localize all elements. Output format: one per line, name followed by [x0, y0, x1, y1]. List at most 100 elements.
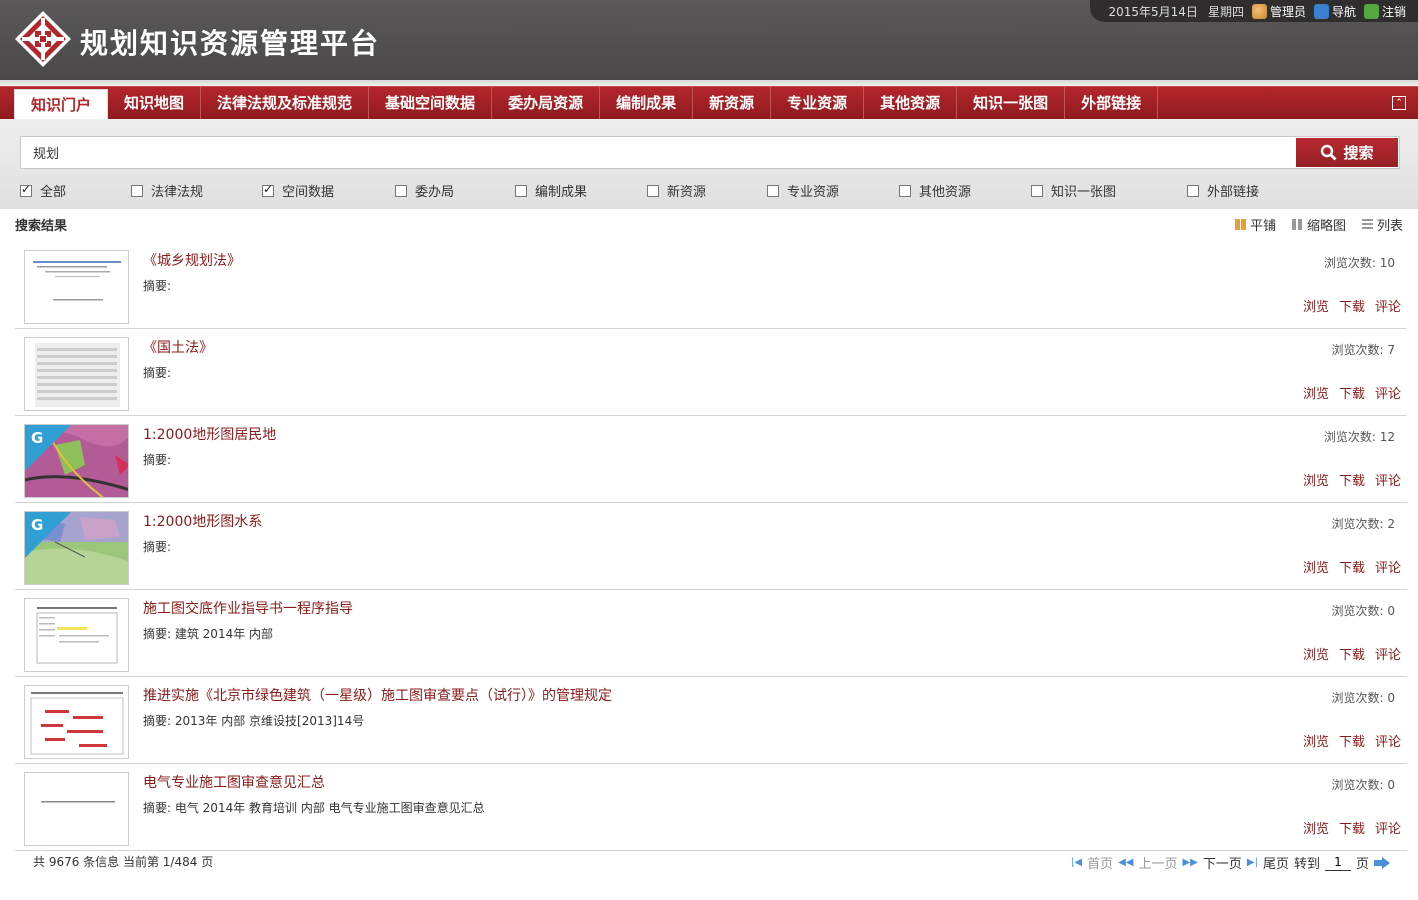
- filter-checkbox[interactable]: [899, 184, 911, 197]
- result-view-count: 浏览次数: 0: [1331, 778, 1396, 792]
- comment-link[interactable]: 评论: [1375, 644, 1401, 663]
- result-view-count: 浏览次数: 0: [1331, 691, 1396, 705]
- result-title[interactable]: 1:2000地形图居民地: [143, 424, 276, 444]
- browse-link[interactable]: 浏览: [1303, 383, 1329, 402]
- navigation-link[interactable]: 导航: [1313, 3, 1356, 20]
- comment-link[interactable]: 评论: [1375, 383, 1401, 402]
- filter-checkbox[interactable]: [1187, 184, 1199, 197]
- search-button[interactable]: 搜索: [1296, 138, 1398, 167]
- view-mode-thumbnail[interactable]: 缩略图: [1291, 215, 1346, 234]
- filter-all[interactable]: 全部: [20, 181, 66, 200]
- comment-link[interactable]: 评论: [1375, 470, 1401, 489]
- nav-item-professional-resources[interactable]: 专业资源: [771, 87, 865, 120]
- result-thumbnail[interactable]: [24, 337, 129, 411]
- result-view-count: 浏览次数: 0: [1331, 604, 1396, 618]
- nav-item-new-resources[interactable]: 新资源: [693, 87, 772, 120]
- browse-link[interactable]: 浏览: [1303, 818, 1329, 837]
- user-menu[interactable]: 管理员: [1251, 3, 1306, 20]
- download-link[interactable]: 下载: [1339, 731, 1365, 750]
- view-mode-label: 列表: [1376, 219, 1403, 234]
- comment-link[interactable]: 评论: [1375, 557, 1401, 576]
- view-mode-tile[interactable]: 平铺: [1234, 215, 1276, 234]
- filter-checkbox[interactable]: [262, 182, 274, 197]
- filter-label: 编制成果: [535, 185, 588, 200]
- search-input[interactable]: [33, 137, 1283, 168]
- result-title[interactable]: 1:2000地形图水系: [143, 511, 262, 531]
- filter-spatial-data[interactable]: 空间数据: [262, 181, 334, 200]
- nav-item-spatial-data[interactable]: 基础空间数据: [369, 87, 493, 120]
- comment-link[interactable]: 评论: [1375, 296, 1401, 315]
- result-thumbnail[interactable]: G: [24, 511, 129, 585]
- download-link[interactable]: 下载: [1339, 383, 1365, 402]
- next-page-link[interactable]: 下一页: [1203, 853, 1242, 872]
- filter-label: 空间数据: [282, 185, 335, 200]
- view-mode-list[interactable]: 列表: [1361, 215, 1403, 234]
- filter-checkbox[interactable]: [1031, 184, 1043, 197]
- filter-one-map[interactable]: 知识一张图: [1031, 181, 1116, 200]
- pagination-controls: |◀ 首页 ◀◀ 上一页 ▶▶ 下一页 ▶| 尾页 转到 页: [1071, 853, 1390, 872]
- download-link[interactable]: 下载: [1339, 557, 1365, 576]
- result-thumbnail[interactable]: [24, 598, 129, 672]
- filter-checkbox[interactable]: [647, 184, 659, 197]
- result-title[interactable]: 电气专业施工图审查意见汇总: [143, 772, 325, 792]
- browse-link[interactable]: 浏览: [1303, 731, 1329, 750]
- nav-items: 知识门户 知识地图 法律法规及标准规范 基础空间数据 委办局资源 编制成果 新资…: [14, 87, 1159, 120]
- prev-page-link[interactable]: 上一页: [1138, 853, 1177, 872]
- filter-checkbox[interactable]: [20, 182, 32, 197]
- download-link[interactable]: 下载: [1339, 644, 1365, 663]
- result-thumbnail[interactable]: [24, 772, 129, 846]
- sitemap-icon: [1313, 3, 1329, 19]
- first-page-link[interactable]: 首页: [1087, 853, 1113, 872]
- result-actions: 浏览 下载 评论: [1303, 470, 1401, 489]
- filter-external-links[interactable]: 外部链接: [1187, 181, 1259, 200]
- filter-agency[interactable]: 委办局: [395, 181, 454, 200]
- result-thumbnail[interactable]: [24, 250, 129, 324]
- goto-page-input[interactable]: [1324, 854, 1351, 871]
- result-summary: 摘要:: [143, 453, 172, 467]
- nav-item-agency-resources[interactable]: 委办局资源: [492, 87, 601, 120]
- filter-compilation[interactable]: 编制成果: [515, 181, 587, 200]
- result-thumbnail[interactable]: G: [24, 424, 129, 498]
- download-link[interactable]: 下载: [1339, 296, 1365, 315]
- nav-item-other-resources[interactable]: 其他资源: [864, 87, 958, 120]
- result-title[interactable]: 《城乡规划法》: [143, 250, 241, 270]
- last-page-link[interactable]: 尾页: [1263, 853, 1289, 872]
- current-weekday: 星期四: [1207, 4, 1244, 19]
- nav-item-laws-standards[interactable]: 法律法规及标准规范: [201, 87, 370, 120]
- logout-link[interactable]: 注销: [1363, 3, 1406, 20]
- browse-link[interactable]: 浏览: [1303, 470, 1329, 489]
- filter-label: 全部: [40, 185, 67, 200]
- nav-item-knowledge-portal[interactable]: 知识门户: [14, 89, 109, 120]
- result-title[interactable]: 推进实施《北京市绿色建筑（一星级）施工图审查要点（试行）》的管理规定: [143, 685, 612, 705]
- comment-link[interactable]: 评论: [1375, 731, 1401, 750]
- filter-checkbox[interactable]: [395, 184, 407, 197]
- nav-item-external-links[interactable]: 外部链接: [1065, 87, 1159, 120]
- filter-checkbox[interactable]: [131, 184, 143, 197]
- browse-link[interactable]: 浏览: [1303, 296, 1329, 315]
- result-thumbnail[interactable]: [24, 685, 129, 759]
- nav-item-knowledge-map[interactable]: 知识地图: [108, 87, 202, 120]
- result-view-count: 浏览次数: 2: [1331, 517, 1396, 531]
- download-link[interactable]: 下载: [1339, 818, 1365, 837]
- go-arrow-icon[interactable]: [1374, 856, 1390, 869]
- filter-professional[interactable]: 专业资源: [767, 181, 839, 200]
- result-title[interactable]: 施工图交底作业指导书一程序指导: [143, 598, 353, 618]
- results-title: 搜索结果: [15, 219, 68, 234]
- download-link[interactable]: 下载: [1339, 470, 1365, 489]
- result-title[interactable]: 《国土法》: [143, 337, 213, 357]
- browse-link[interactable]: 浏览: [1303, 644, 1329, 663]
- filter-other[interactable]: 其他资源: [899, 181, 971, 200]
- collapse-icon[interactable]: ⌃: [1392, 96, 1406, 110]
- filter-new-resources[interactable]: 新资源: [647, 181, 706, 200]
- filter-laws[interactable]: 法律法规: [131, 181, 203, 200]
- site-title: 规划知识资源管理平台: [80, 27, 381, 60]
- comment-link[interactable]: 评论: [1375, 818, 1401, 837]
- filter-checkbox[interactable]: [515, 184, 527, 197]
- filter-checkbox[interactable]: [767, 184, 779, 197]
- browse-link[interactable]: 浏览: [1303, 557, 1329, 576]
- navigation-label: 导航: [1331, 4, 1356, 19]
- nav-item-knowledge-one-map[interactable]: 知识一张图: [957, 87, 1066, 120]
- spatial-badge-letter: G: [31, 429, 44, 447]
- logo-icon: [15, 11, 71, 67]
- nav-item-compilation-results[interactable]: 编制成果: [600, 87, 694, 120]
